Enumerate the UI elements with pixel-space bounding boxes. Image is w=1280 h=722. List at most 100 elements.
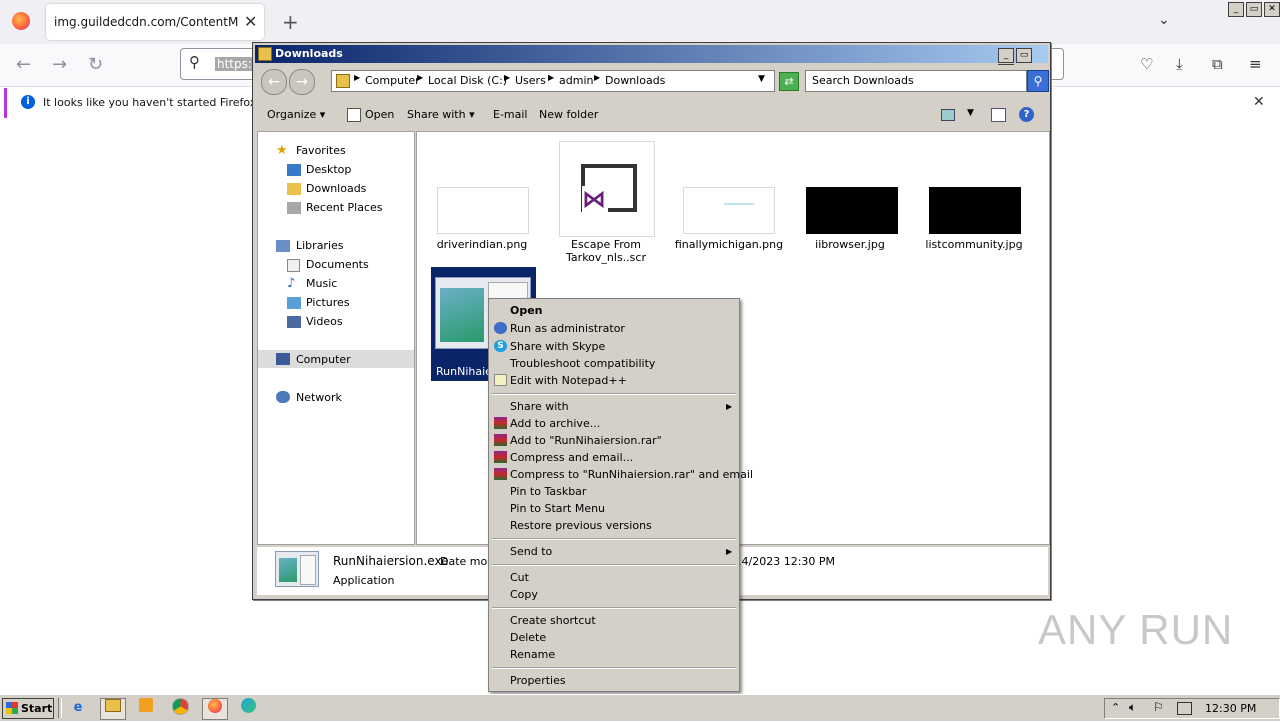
- forward-arrow-icon[interactable]: →: [52, 54, 67, 75]
- menu-open[interactable]: Open: [510, 304, 543, 317]
- maximize-button[interactable]: ▭: [1246, 2, 1262, 17]
- file-name[interactable]: Escape From: [553, 238, 659, 251]
- menu-compress-rar-email[interactable]: Compress to "RunNihaiersion.rar" and ema…: [510, 468, 753, 481]
- menu-rename[interactable]: Rename: [510, 648, 555, 661]
- back-arrow-icon[interactable]: ←: [16, 54, 31, 75]
- explorer-title-bar[interactable]: Downloads _▭✕: [255, 45, 1048, 79]
- chevron-down-icon[interactable]: ▼: [758, 74, 765, 84]
- view-icon[interactable]: [941, 109, 955, 121]
- browser-window-controls: _ ▭ ✕: [1226, 1, 1280, 17]
- file-thumbnail[interactable]: [683, 187, 775, 234]
- downloads-icon[interactable]: ⤓: [1176, 55, 1183, 73]
- nav-desktop[interactable]: Desktop: [306, 163, 351, 176]
- menu-add-archive[interactable]: Add to archive...: [510, 417, 600, 430]
- search-placeholder: Search Downloads: [812, 74, 914, 87]
- breadcrumb-computer[interactable]: Computer: [365, 74, 420, 87]
- chrome-icon[interactable]: [168, 698, 192, 718]
- start-button[interactable]: Start: [2, 698, 54, 719]
- close-button[interactable]: ✕: [1264, 2, 1280, 17]
- pocket-icon[interactable]: ♡: [1140, 55, 1153, 73]
- explorer-taskbar-icon[interactable]: [100, 698, 126, 720]
- volume-icon[interactable]: 🔈︎: [1129, 700, 1136, 715]
- notification-close-icon[interactable]: ✕: [1253, 94, 1265, 110]
- nav-documents[interactable]: Documents: [306, 258, 369, 271]
- menu-add-rar[interactable]: Add to "RunNihaiersion.rar": [510, 434, 662, 447]
- forward-button[interactable]: →: [289, 69, 315, 95]
- file-name[interactable]: iibrowser.jpg: [797, 238, 903, 251]
- nav-libraries[interactable]: Libraries: [296, 239, 344, 252]
- nav-music[interactable]: Music: [306, 277, 337, 290]
- new-tab-button[interactable]: +: [282, 10, 299, 34]
- menu-share-with[interactable]: Share with: [510, 400, 569, 413]
- breadcrumb-admin[interactable]: admin: [559, 74, 593, 87]
- browser-tab[interactable]: img.guildedcdn.com/ContentMediaGene ✕: [46, 4, 264, 40]
- menu-icon[interactable]: ≡: [1249, 55, 1262, 73]
- media-player-icon[interactable]: [134, 698, 158, 718]
- tray-expand-icon[interactable]: ⌃: [1111, 701, 1120, 714]
- menu-create-shortcut[interactable]: Create shortcut: [510, 614, 596, 627]
- open-button[interactable]: Open: [365, 108, 394, 121]
- menu-troubleshoot[interactable]: Troubleshoot compatibility: [510, 357, 655, 370]
- address-bar-row: ← → ▶ Computer ▶ Local Disk (C:) ▶ Users…: [255, 65, 1049, 99]
- nav-computer[interactable]: Computer: [296, 353, 351, 366]
- menu-delete[interactable]: Delete: [510, 631, 546, 644]
- nav-videos[interactable]: Videos: [306, 315, 343, 328]
- preview-pane-icon[interactable]: [991, 108, 1006, 122]
- clock[interactable]: 12:30 PM: [1205, 702, 1256, 715]
- breadcrumb-local-disk[interactable]: Local Disk (C:): [428, 74, 507, 87]
- file-thumbnail[interactable]: [929, 187, 1021, 234]
- menu-pin-taskbar[interactable]: Pin to Taskbar: [510, 485, 586, 498]
- nav-network[interactable]: Network: [296, 391, 342, 404]
- menu-properties[interactable]: Properties: [510, 674, 566, 687]
- file-thumbnail[interactable]: [437, 187, 529, 234]
- edge-icon[interactable]: [236, 698, 260, 718]
- vs-scr-file-icon[interactable]: ⋈: [559, 141, 655, 237]
- new-folder-button[interactable]: New folder: [539, 108, 598, 121]
- nav-favorites[interactable]: Favorites: [296, 144, 346, 157]
- menu-share-skype[interactable]: Share with Skype: [510, 340, 605, 353]
- extensions-icon[interactable]: ⧉: [1212, 55, 1223, 73]
- file-thumbnail[interactable]: [806, 187, 898, 234]
- share-with-button[interactable]: Share with ▾: [407, 108, 475, 121]
- menu-pin-start[interactable]: Pin to Start Menu: [510, 502, 605, 515]
- flag-icon[interactable]: ⚐: [1153, 700, 1164, 714]
- command-bar: Organize ▾ Open Share with ▾ E-mail New …: [255, 101, 1048, 129]
- network-tray-icon[interactable]: [1177, 702, 1192, 715]
- breadcrumb-users[interactable]: Users: [515, 74, 546, 87]
- file-name[interactable]: finallymichigan.png: [673, 238, 785, 251]
- organize-button[interactable]: Organize ▾: [267, 108, 325, 121]
- tab-close-icon[interactable]: ✕: [244, 12, 257, 31]
- menu-cut[interactable]: Cut: [510, 571, 529, 584]
- open-icon: [347, 108, 361, 122]
- menu-edit-notepad[interactable]: Edit with Notepad++: [510, 374, 627, 387]
- window-title: Downloads: [275, 47, 343, 60]
- help-icon[interactable]: ?: [1019, 107, 1034, 122]
- minimize-button[interactable]: _: [998, 48, 1014, 63]
- file-name-line2[interactable]: Tarkov_nls..scr: [553, 251, 659, 264]
- menu-run-as-admin[interactable]: Run as administrator: [510, 322, 625, 335]
- search-input[interactable]: Search Downloads: [805, 70, 1027, 92]
- breadcrumb-downloads[interactable]: Downloads: [605, 74, 665, 87]
- address-breadcrumb[interactable]: ▶ Computer ▶ Local Disk (C:) ▶ Users ▶ a…: [331, 70, 775, 92]
- file-name[interactable]: driverindian.png: [429, 238, 535, 251]
- nav-downloads[interactable]: Downloads: [306, 182, 366, 195]
- menu-restore-versions[interactable]: Restore previous versions: [510, 519, 652, 532]
- internet-explorer-icon[interactable]: e: [66, 698, 90, 718]
- search-icon[interactable]: ⚲: [1027, 70, 1049, 92]
- nav-recent-places[interactable]: Recent Places: [306, 201, 383, 214]
- maximize-button[interactable]: ▭: [1016, 48, 1032, 63]
- reload-icon[interactable]: ↻: [88, 54, 103, 75]
- view-chevron-down-icon[interactable]: ▼: [967, 108, 974, 118]
- file-name[interactable]: listcommunity.jpg: [921, 238, 1027, 251]
- back-button[interactable]: ←: [261, 69, 287, 95]
- menu-copy[interactable]: Copy: [510, 588, 538, 601]
- email-button[interactable]: E-mail: [493, 108, 528, 121]
- minimize-button[interactable]: _: [1228, 2, 1244, 17]
- list-tabs-chevron-icon[interactable]: ⌄: [1158, 12, 1170, 28]
- desktop-icon: [287, 164, 301, 176]
- refresh-icon[interactable]: ⇄: [779, 72, 799, 91]
- nav-pictures[interactable]: Pictures: [306, 296, 350, 309]
- menu-compress-email[interactable]: Compress and email...: [510, 451, 633, 464]
- menu-send-to[interactable]: Send to: [510, 545, 552, 558]
- firefox-taskbar-icon[interactable]: [202, 698, 228, 720]
